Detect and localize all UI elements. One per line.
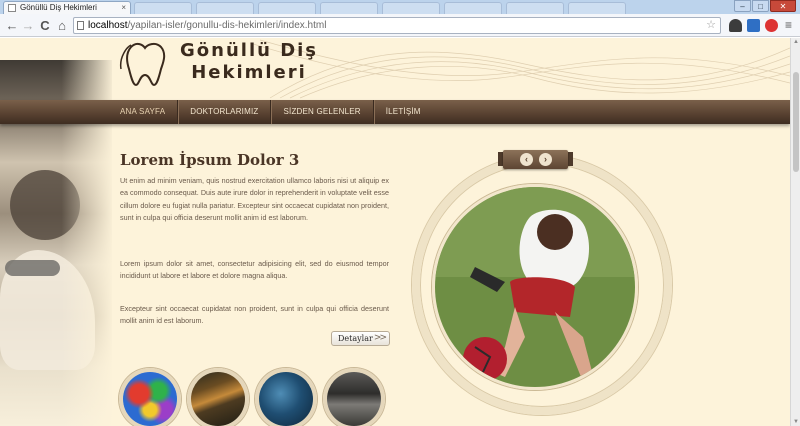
extension-window-icon[interactable] (747, 19, 760, 32)
page-icon (77, 21, 84, 30)
slider-next-icon[interactable]: › (539, 153, 552, 166)
logo-line-1: Gönüllü Diş (180, 40, 319, 61)
blue-abstract-image (259, 372, 313, 426)
article-title: Lorem İpsum Dolor 3 (120, 151, 300, 169)
gallery-thumbnail[interactable] (119, 368, 181, 426)
vertical-scrollbar[interactable]: ▲ ▼ (790, 38, 800, 426)
crowd-image (327, 372, 381, 426)
browser-tab-background[interactable] (134, 2, 192, 14)
minimize-icon[interactable]: – (734, 0, 751, 12)
window-controls: – □ ✕ (734, 0, 796, 13)
extension-hat-icon[interactable] (729, 19, 742, 32)
details-button-label: Detaylar (338, 334, 373, 343)
scrollbar-thumb[interactable] (793, 72, 799, 172)
gallery-thumbnail[interactable] (187, 368, 249, 426)
scroll-down-icon[interactable]: ▼ (792, 419, 800, 425)
article-paragraph: Excepteur sint occaecat cupidatat non pr… (120, 304, 389, 326)
soccer-player-photo (435, 187, 635, 387)
slider-image[interactable] (432, 184, 638, 390)
forward-icon[interactable]: → (20, 18, 36, 34)
browser-tab-title: Gönüllü Diş Hekimleri (20, 3, 97, 12)
address-bar[interactable]: localhost/yapilan-isler/gonullu-dis-heki… (73, 17, 721, 34)
web-page: Gönüllü Diş Hekimleri ANA SAYFA DOKTORLA… (0, 38, 790, 426)
menu-icon[interactable]: ≡ (782, 19, 795, 32)
home-icon[interactable]: ⌂ (54, 18, 70, 34)
browser-tab-active[interactable]: Gönüllü Diş Hekimleri × (3, 1, 131, 14)
maximize-icon[interactable]: □ (752, 0, 769, 12)
browser-tab-background[interactable] (382, 2, 440, 14)
browser-tab-background[interactable] (568, 2, 626, 14)
bookmark-star-icon[interactable]: ☆ (706, 18, 716, 33)
scroll-up-icon[interactable]: ▲ (792, 39, 800, 45)
gallery-thumbnail[interactable] (323, 368, 385, 426)
browser-tab-strip: Gönüllü Diş Hekimleri × – □ ✕ (0, 0, 800, 14)
browser-tab-background[interactable] (320, 2, 378, 14)
extension-stop-icon[interactable] (765, 19, 778, 32)
details-button[interactable]: Detaylar >> (331, 331, 390, 346)
colorful-paint-image (123, 372, 177, 426)
slider-prev-icon[interactable]: ‹ (520, 153, 533, 166)
nav-item-home[interactable]: ANA SAYFA (108, 100, 179, 124)
double-chevron-right-icon: >> (373, 333, 387, 343)
back-icon[interactable]: ← (4, 18, 20, 34)
window-close-icon[interactable]: ✕ (770, 0, 796, 12)
tooth-logo-icon (119, 42, 166, 87)
browser-tab-background[interactable] (506, 2, 564, 14)
reload-icon[interactable]: C (37, 18, 53, 34)
nav-item-doctors[interactable]: DOKTORLARIMIZ (178, 100, 272, 124)
browser-tab-background[interactable] (258, 2, 316, 14)
tab-close-icon[interactable]: × (121, 2, 126, 14)
nav-item-testimonials[interactable]: SİZDEN GELENLER (271, 100, 374, 124)
browser-tab-background[interactable] (444, 2, 502, 14)
main-navigation: ANA SAYFA DOKTORLARIMIZ SİZDEN GELENLER … (0, 100, 790, 124)
article-paragraph: Ut enim ad minim veniam, quis nostrud ex… (120, 176, 389, 223)
tiger-image (191, 372, 245, 426)
browser-toolbar: ← → C ⌂ localhost/yapilan-isler/gonullu-… (0, 14, 800, 37)
slider-navigation: ‹ › (498, 150, 573, 171)
browser-tab-background[interactable] (196, 2, 254, 14)
url-path: /yapilan-isler/gonullu-dis-hekimleri/ind… (127, 20, 327, 31)
logo-line-2: Hekimleri (191, 62, 307, 83)
nav-item-contact[interactable]: İLETİŞİM (374, 100, 433, 124)
page-favicon-icon (8, 4, 16, 12)
gallery-thumbnail[interactable] (255, 368, 317, 426)
site-logo-text[interactable]: Gönüllü Diş Hekimleri (180, 40, 318, 84)
url-host: localhost (88, 20, 128, 31)
article-paragraph: Lorem ipsum dolor sit amet, consectetur … (120, 259, 389, 281)
